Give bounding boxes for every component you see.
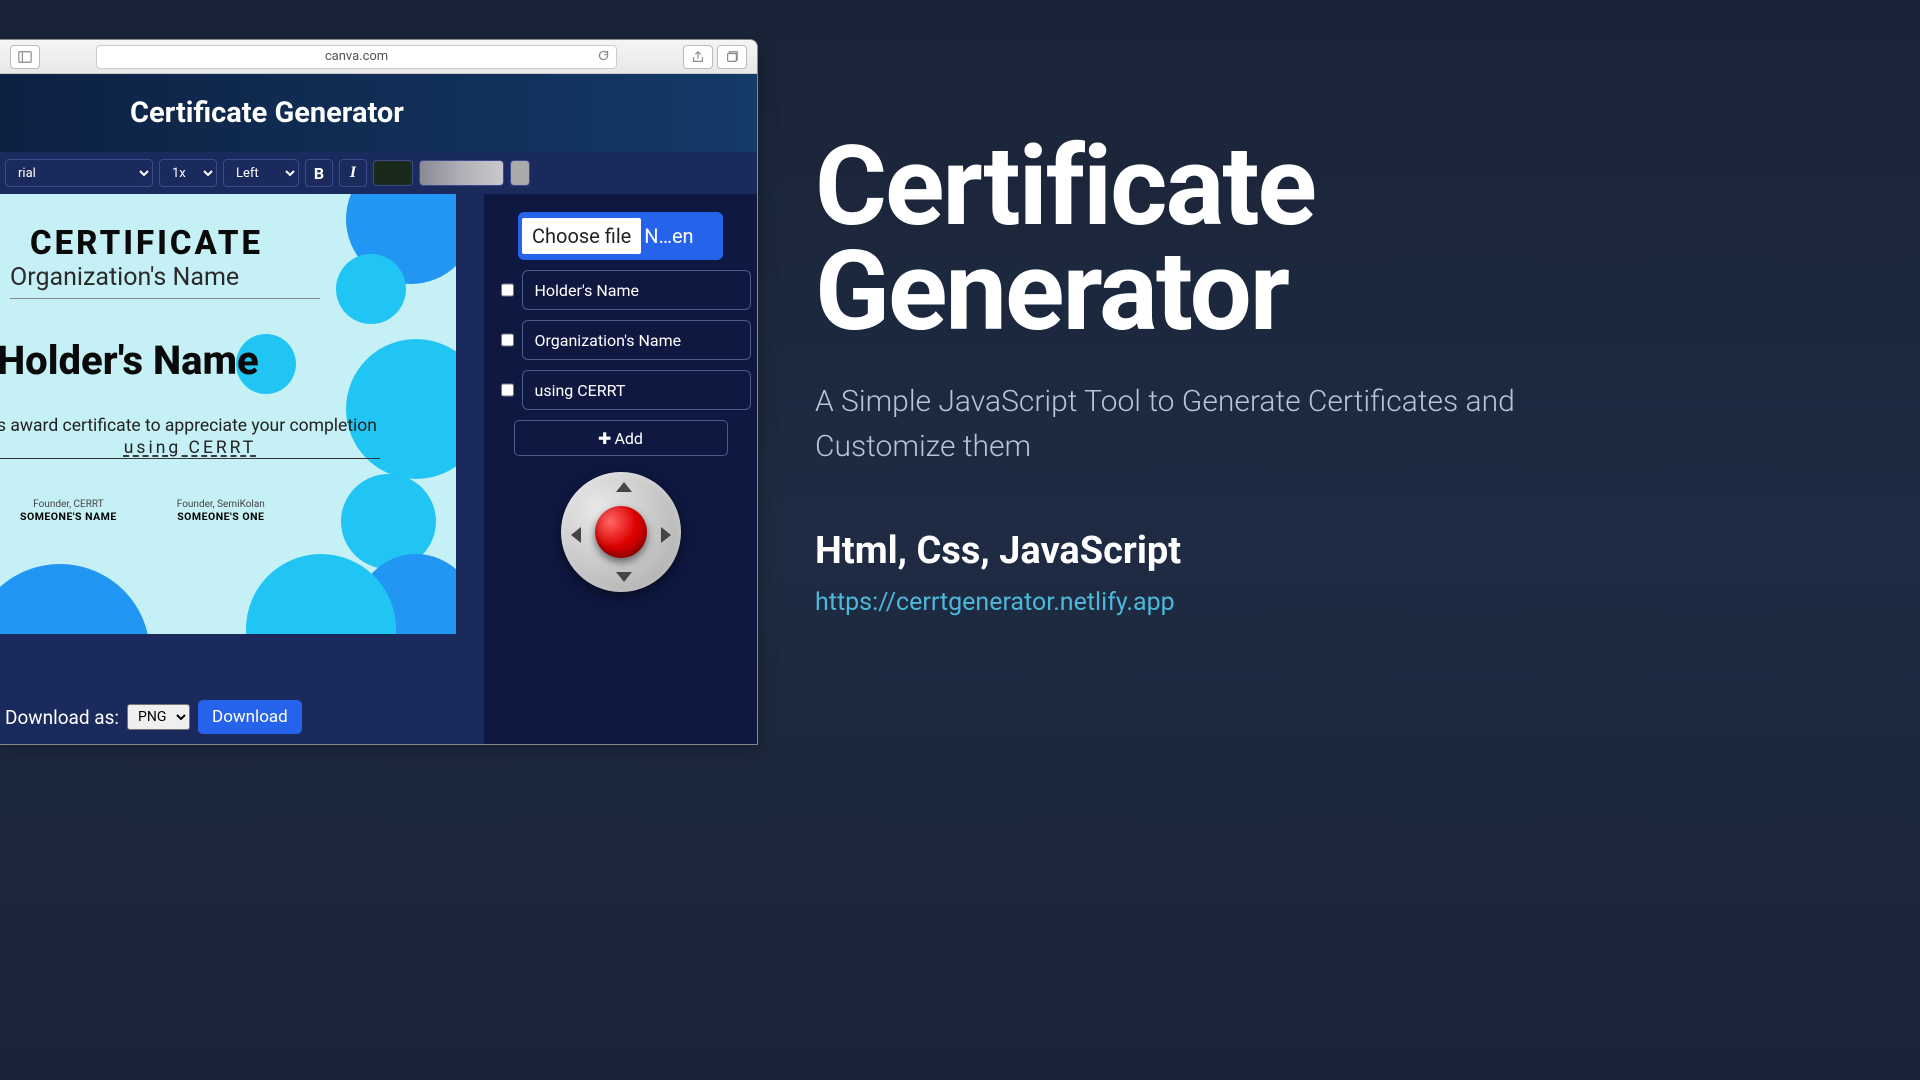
download-button[interactable]: Download	[198, 700, 302, 734]
align-select[interactable]: Left	[223, 159, 299, 187]
signer-name: SOMEONE'S ONE	[177, 510, 265, 523]
main-area: CERTIFICATE Organization's Name Holder's…	[0, 194, 757, 744]
app-title: Certificate Generator	[130, 96, 404, 130]
joystick-up-icon[interactable]	[616, 482, 632, 492]
font-select[interactable]: rial	[5, 159, 153, 187]
joystick-right-icon[interactable]	[661, 527, 671, 543]
add-field-button[interactable]: ✚ Add	[514, 420, 728, 456]
field-input[interactable]	[522, 270, 751, 310]
refresh-icon[interactable]	[597, 47, 610, 66]
format-select[interactable]: PNG	[127, 704, 190, 730]
promo-panel: Certificate Generator A Simple JavaScrip…	[815, 135, 1515, 617]
field-row	[501, 370, 741, 410]
file-input[interactable]: Choose file N…en	[518, 212, 723, 260]
url-text: canva.com	[325, 49, 388, 64]
field-checkbox[interactable]	[501, 333, 514, 347]
browser-window: canva.com Certificate Generator rial 1x …	[0, 39, 758, 745]
joystick-down-icon[interactable]	[616, 572, 632, 582]
joystick-left-icon[interactable]	[571, 527, 581, 543]
field-input[interactable]	[522, 320, 751, 360]
extra-swatch[interactable]	[510, 160, 530, 186]
toolbar: rial 1x Left B I	[0, 152, 757, 194]
url-bar[interactable]: canva.com	[96, 45, 617, 69]
signer-block: Founder, SemiKolan SOMEONE'S ONE	[177, 499, 265, 523]
cert-holder[interactable]: Holder's Name	[0, 337, 446, 384]
cert-using[interactable]: using CERRT	[0, 438, 380, 459]
field-row	[501, 270, 741, 310]
promo-title-2: Generator	[815, 227, 1288, 356]
signer-name: SOMEONE'S NAME	[20, 510, 117, 523]
italic-button[interactable]: I	[339, 159, 367, 187]
joystick-ball[interactable]	[595, 506, 647, 558]
field-input[interactable]	[522, 370, 751, 410]
sidebar-toggle-icon[interactable]	[10, 45, 40, 69]
chosen-filename: N…en	[644, 224, 693, 248]
signer-role: Founder, SemiKolan	[177, 499, 265, 510]
field-checkbox[interactable]	[501, 283, 514, 297]
joystick-control[interactable]	[561, 472, 681, 592]
cert-body[interactable]: s award certificate to appreciate your c…	[0, 416, 446, 436]
signer-block: Founder, CERRT SOMEONE'S NAME	[20, 499, 117, 523]
tabs-icon[interactable]	[717, 45, 747, 69]
cert-org[interactable]: Organization's Name	[10, 263, 320, 299]
share-icon[interactable]	[683, 45, 713, 69]
field-row	[501, 320, 741, 360]
side-panel: Choose file N…en	[484, 194, 757, 744]
promo-title: Certificate Generator	[815, 135, 1515, 344]
field-checkbox[interactable]	[501, 383, 514, 397]
gradient-swatch[interactable]	[419, 160, 504, 186]
decor-blob	[0, 564, 150, 634]
canvas-area: CERTIFICATE Organization's Name Holder's…	[0, 194, 484, 744]
zoom-select[interactable]: 1x	[159, 159, 217, 187]
promo-url: https://cerrtgenerator.netlify.app	[815, 588, 1515, 617]
bold-button[interactable]: B	[305, 159, 333, 187]
certificate-canvas[interactable]: CERTIFICATE Organization's Name Holder's…	[0, 194, 456, 634]
download-label: Download as:	[5, 706, 119, 729]
add-label: Add	[614, 429, 642, 448]
choose-file-label: Choose file	[522, 218, 641, 254]
promo-tech: Html, Css, JavaScript	[815, 529, 1515, 573]
download-bar: Download as: PNG Download	[0, 690, 484, 744]
app-body: Certificate Generator rial 1x Left B I	[0, 74, 757, 744]
cert-heading[interactable]: CERTIFICATE	[30, 224, 446, 263]
color-swatch[interactable]	[373, 160, 413, 186]
app-header: Certificate Generator	[0, 74, 757, 152]
titlebar: canva.com	[0, 40, 757, 74]
promo-subtitle: A Simple JavaScript Tool to Generate Cer…	[815, 379, 1515, 469]
signer-role: Founder, CERRT	[20, 499, 117, 510]
plus-icon: ✚	[598, 429, 611, 448]
